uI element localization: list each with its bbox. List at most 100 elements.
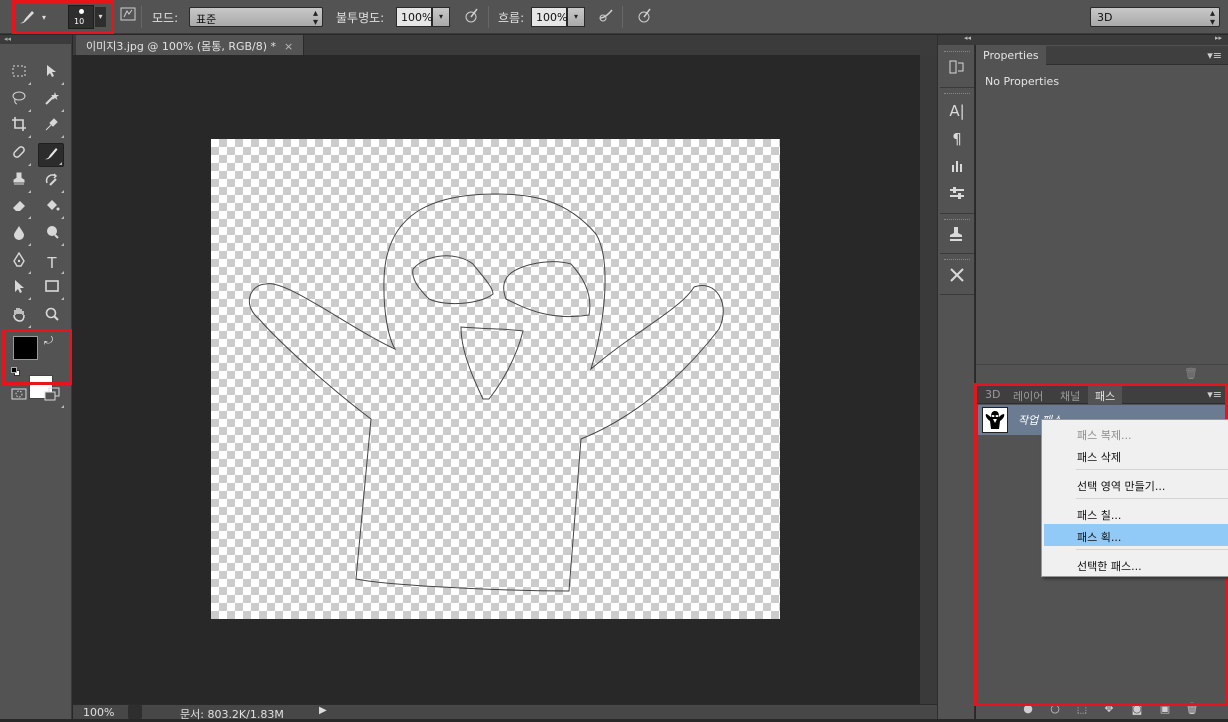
eyedropper-tool-icon[interactable] xyxy=(39,115,65,139)
tab-properties[interactable]: Properties xyxy=(976,46,1046,65)
brush-size-picker[interactable]: 10 xyxy=(68,5,94,29)
stroke-path-icon[interactable]: ○ xyxy=(1047,702,1063,716)
dodge-tool-icon[interactable] xyxy=(39,223,65,247)
properties-footer: 🗑 xyxy=(976,364,1228,383)
panel-menu-icon[interactable]: ▾≡ xyxy=(1207,49,1222,62)
separator xyxy=(488,6,489,28)
dock-collapse-strip[interactable]: ◂◂ xyxy=(938,34,976,45)
hand-tool-icon[interactable] xyxy=(6,305,32,329)
menu-separator xyxy=(1076,469,1228,470)
eraser-tool-icon[interactable] xyxy=(6,196,32,220)
tab-layers[interactable]: 레이어 xyxy=(1006,385,1050,404)
tab-channels[interactable]: 채널 xyxy=(1053,385,1087,404)
menu-item-duplicate-path[interactable]: 패스 복제... xyxy=(1044,422,1228,444)
close-icon[interactable]: × xyxy=(284,40,293,53)
load-as-selection-icon[interactable]: ⬚ xyxy=(1074,702,1090,716)
paint-bucket-tool-icon[interactable] xyxy=(39,196,65,220)
type-tool-icon[interactable]: T xyxy=(39,251,65,275)
trash-icon[interactable]: 🗑 xyxy=(1184,367,1198,380)
lasso-tool-icon[interactable] xyxy=(6,89,32,113)
panel-collapse-strip[interactable]: ▸▸ xyxy=(976,34,1228,45)
pen-tool-icon[interactable] xyxy=(6,251,32,275)
panel-dock-strip: ◂◂ A| ¶ xyxy=(937,34,976,719)
document-size: 문서: 803.2K/1.83M xyxy=(180,708,284,721)
options-bar: ▾ 10 ▾ 모드: 표준 ▴ ▾ 불투명도: 100% ▾ 흐름: 100% ▾… xyxy=(0,0,1228,34)
status-menu-arrow-icon[interactable]: ▶ xyxy=(319,705,327,716)
new-path-icon[interactable]: ▣ xyxy=(1157,702,1173,716)
opacity-dropdown-arrow[interactable]: ▾ xyxy=(432,7,450,27)
healing-brush-tool-icon[interactable] xyxy=(6,143,32,167)
brush-preset-icon[interactable] xyxy=(16,6,38,28)
opacity-field[interactable]: 100% xyxy=(396,7,432,27)
add-mask-icon[interactable]: ◙ xyxy=(1129,702,1145,716)
menu-separator xyxy=(1076,549,1228,550)
flow-dropdown-arrow[interactable]: ▾ xyxy=(567,7,585,27)
zoom-tool-icon[interactable] xyxy=(39,305,65,329)
rectangle-tool-icon[interactable] xyxy=(39,277,65,301)
vertical-scrollbar[interactable] xyxy=(920,55,937,704)
adjustments-panel-icon[interactable] xyxy=(945,184,969,206)
magic-wand-tool-icon[interactable] xyxy=(39,89,65,113)
separator xyxy=(141,6,142,28)
menu-item-selected-path[interactable]: 선택한 패스... xyxy=(1044,553,1228,575)
brush-preset-dropdown-arrow[interactable]: ▾ xyxy=(42,13,46,22)
character-panel-icon[interactable]: A| xyxy=(945,100,969,122)
brush-size-value: 10 xyxy=(74,17,85,26)
marquee-tool-icon[interactable] xyxy=(6,62,32,86)
document-tab[interactable]: 이미지3.jpg @ 100% (몸통, RGB/8) * × xyxy=(76,35,305,55)
tab-paths[interactable]: 패스 xyxy=(1088,385,1123,404)
foreground-color-swatch[interactable] xyxy=(13,336,38,360)
path-selection-tool-icon[interactable] xyxy=(6,277,32,301)
panel-menu-icon[interactable]: ▾≡ xyxy=(1207,388,1222,401)
properties-content: No Properties xyxy=(985,75,1060,88)
flow-label: 흐름: xyxy=(498,11,525,25)
screen-mode-icon[interactable] xyxy=(39,385,65,409)
brush-tip-dot xyxy=(79,9,84,14)
blur-tool-icon[interactable] xyxy=(6,223,32,247)
brush-tool-icon[interactable] xyxy=(38,143,64,167)
quick-mask-icon[interactable] xyxy=(6,385,32,409)
make-work-path-icon[interactable]: ✥ xyxy=(1101,702,1117,716)
airbrush-icon[interactable] xyxy=(595,6,617,28)
tool-presets-icon[interactable] xyxy=(945,266,969,288)
document-canvas[interactable] xyxy=(211,139,780,619)
mode-select-value: 표준 xyxy=(196,13,217,26)
menu-separator xyxy=(1076,498,1228,499)
share-icon[interactable] xyxy=(128,705,142,719)
menu-item-stroke-path[interactable]: 패스 획... xyxy=(1044,524,1228,546)
move-tool-icon[interactable] xyxy=(39,62,65,86)
workspace-select-value: 3D xyxy=(1097,11,1113,24)
paths-tab-bar: 3D 레이어 채널 패스 ▾≡ xyxy=(976,385,1228,404)
toolbar-collapse-strip[interactable]: ◂◂ xyxy=(0,35,72,44)
zoom-level[interactable]: 100% xyxy=(83,706,114,719)
pressure-opacity-icon[interactable] xyxy=(460,6,482,28)
paths-footer: ● ○ ⬚ ✥ ◙ ▣ 🗑 xyxy=(976,699,1228,719)
updown-arrow-icon: ▴ ▾ xyxy=(312,8,318,28)
brush-presets-icon[interactable] xyxy=(945,156,969,178)
workspace-select[interactable]: 3D ▴ ▾ xyxy=(1090,7,1220,28)
status-bar: 100% 문서: 803.2K/1.83M ▶ xyxy=(73,704,937,721)
path-context-menu: 패스 복제... 패스 삭제 선택 영역 만들기... 패스 칠... 패스 획… xyxy=(1041,419,1228,577)
history-brush-tool-icon[interactable] xyxy=(39,170,65,194)
flow-field[interactable]: 100% xyxy=(531,7,567,27)
clone-source-panel-icon[interactable] xyxy=(945,225,969,247)
properties-tab-bar: Properties ▾≡ xyxy=(976,46,1228,65)
fill-path-icon[interactable]: ● xyxy=(1020,702,1036,716)
separator xyxy=(622,6,623,28)
trash-icon[interactable]: 🗑 xyxy=(1184,702,1200,716)
paragraph-panel-icon[interactable]: ¶ xyxy=(945,128,969,150)
menu-item-fill-path[interactable]: 패스 칠... xyxy=(1044,502,1228,524)
tab-3d[interactable]: 3D xyxy=(978,385,1007,404)
document-tab-title: 이미지3.jpg @ 100% (몸통, RGB/8) * xyxy=(86,40,277,53)
swap-colors-icon[interactable]: ⤾ xyxy=(44,334,53,348)
brush-panel-toggle-icon[interactable] xyxy=(117,6,139,28)
menu-item-delete-path[interactable]: 패스 삭제 xyxy=(1044,444,1228,466)
default-colors-icon[interactable] xyxy=(11,367,20,376)
history-panel-icon[interactable] xyxy=(945,58,969,80)
crop-tool-icon[interactable] xyxy=(6,115,32,139)
brush-size-dropdown-arrow[interactable]: ▾ xyxy=(95,7,106,27)
pressure-size-icon[interactable] xyxy=(633,6,655,28)
clone-stamp-tool-icon[interactable] xyxy=(6,170,32,194)
mode-select[interactable]: 표준 ▴ ▾ xyxy=(189,7,323,28)
menu-item-make-selection[interactable]: 선택 영역 만들기... xyxy=(1044,473,1228,495)
